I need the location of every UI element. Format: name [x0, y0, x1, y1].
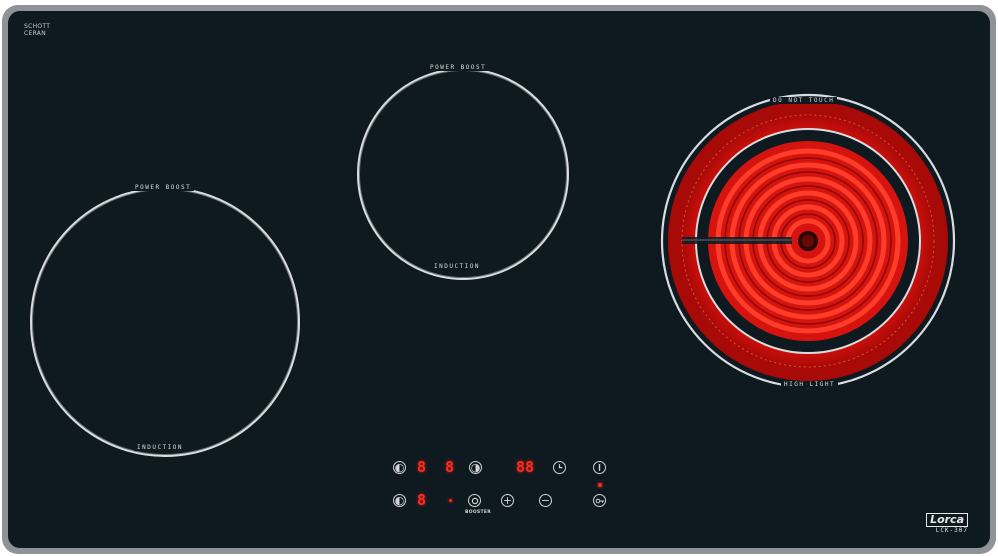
booster-label: BOOSTER: [465, 510, 492, 515]
timer-clock-icon[interactable]: [553, 461, 566, 474]
middle-zone-bottom-label: INDUCTION: [431, 263, 484, 270]
minus-button[interactable]: −: [539, 494, 552, 507]
left-zone-bottom-label: INDUCTION: [134, 444, 187, 451]
zone3-level-display: 8: [417, 491, 427, 509]
right-radiant-heater[interactable]: [658, 91, 958, 391]
child-lock-key-icon[interactable]: [593, 494, 606, 507]
logo-name: Lorca: [926, 513, 968, 527]
plus-button[interactable]: +: [501, 494, 514, 507]
ceramic-glass-surface: SCHOTT CERAN POWER BOOST INDUCTION POWER…: [8, 11, 990, 548]
booster-button[interactable]: [468, 494, 481, 507]
right-zone-top-label: DO NOT TOUCH: [770, 97, 838, 104]
left-zone-top-label: POWER BOOST: [132, 184, 195, 191]
zone3-select-button[interactable]: ◐: [393, 494, 406, 507]
middle-cooking-zone[interactable]: [357, 68, 569, 280]
zone1-level-display: 8: [417, 458, 427, 476]
timer-display: 88: [516, 458, 535, 476]
middle-zone-top-label: POWER BOOST: [427, 64, 490, 71]
power-indicator-dot: [598, 483, 602, 487]
model-number: LCK-307: [935, 527, 968, 534]
left-cooking-zone[interactable]: [30, 187, 300, 457]
zone2-level-display: 8: [445, 458, 455, 476]
glass-brand-mark: SCHOTT CERAN: [24, 23, 50, 37]
zone3-indicator-dot: [449, 499, 452, 502]
brand-line-2: CERAN: [24, 30, 46, 37]
zone1-select-button[interactable]: ◐: [393, 461, 406, 474]
right-zone-bottom-label: HIGH LIGHT: [781, 381, 839, 388]
power-button[interactable]: [593, 461, 606, 474]
zone2-select-button[interactable]: ◑: [469, 461, 482, 474]
brand-line-1: SCHOTT: [24, 23, 51, 30]
brand-logo: Lorca LCK-307: [926, 508, 968, 534]
